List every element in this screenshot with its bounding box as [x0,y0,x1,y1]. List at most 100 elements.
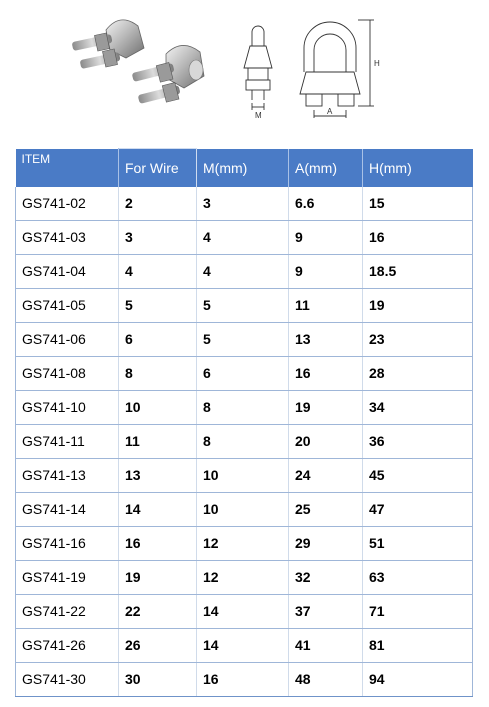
cell-a: 9 [288,254,363,289]
cell-a: 25 [288,492,363,527]
cell-m: 14 [196,628,289,663]
table-row: GS741-03 3 4 9 16 [15,220,473,255]
cell-for-wire: 2 [118,186,197,221]
cell-item: GS741-19 [15,560,119,595]
cell-for-wire: 16 [118,526,197,561]
dimension-label-h: H [374,59,380,68]
cell-h: 81 [362,628,473,663]
table-row: GS741-06 6 5 13 23 [15,322,473,357]
clip-back [72,19,145,69]
cell-item: GS741-30 [15,662,119,697]
cell-a: 20 [288,424,363,459]
cell-for-wire: 3 [118,220,197,255]
cell-h: 34 [362,390,473,425]
table-row: GS741-02 2 3 6.6 15 [15,186,473,221]
cell-h: 51 [362,526,473,561]
header-item: ITEM [15,148,119,187]
table-row: GS741-05 5 5 11 19 [15,288,473,323]
dimension-label-a: A [327,107,333,116]
cell-h: 19 [362,288,473,323]
cell-m: 6 [196,356,289,391]
cell-a: 16 [288,356,363,391]
table-row: GS741-04 4 4 9 18.5 [15,254,473,289]
clip-dimension-diagram: M A H [243,19,380,120]
cell-item: GS741-14 [15,492,119,527]
cell-m: 4 [196,254,289,289]
cell-item: GS741-22 [15,594,119,629]
wire-rope-clip-photo [72,19,205,104]
cell-for-wire: 19 [118,560,197,595]
table-row: GS741-30 30 16 48 94 [15,662,473,697]
cell-item: GS741-05 [15,288,119,323]
cell-h: 23 [362,322,473,357]
cell-h: 18.5 [362,254,473,289]
cell-h: 47 [362,492,473,527]
cell-a: 24 [288,458,363,493]
cell-m: 3 [196,186,289,221]
cell-for-wire: 8 [118,356,197,391]
header-m-mm: M(mm) [196,148,289,187]
table-body: GS741-02 2 3 6.6 15 GS741-03 3 4 9 16 GS741-04 4 4 9 1… [15,186,473,697]
cell-a: 13 [288,322,363,357]
cell-for-wire: 14 [118,492,197,527]
cell-m: 12 [196,526,289,561]
cell-h: 45 [362,458,473,493]
cell-h: 16 [362,220,473,255]
cell-h: 71 [362,594,473,629]
cell-item: GS741-10 [15,390,119,425]
cell-a: 9 [288,220,363,255]
table-row: GS741-10 10 8 19 34 [15,390,473,425]
cell-for-wire: 10 [118,390,197,425]
cell-m: 4 [196,220,289,255]
cell-m: 10 [196,458,289,493]
cell-item: GS741-16 [15,526,119,561]
header-a-mm: A(mm) [288,148,363,187]
cell-item: GS741-06 [15,322,119,357]
table-row: GS741-11 11 8 20 36 [15,424,473,459]
cell-a: 48 [288,662,363,697]
dimension-drawing: M A H [222,6,402,122]
cell-h: 63 [362,560,473,595]
table-row: GS741-19 19 12 32 63 [15,560,473,595]
cell-m: 12 [196,560,289,595]
cell-m: 5 [196,322,289,357]
cell-m: 16 [196,662,289,697]
cell-h: 94 [362,662,473,697]
cell-m: 10 [196,492,289,527]
product-photo [66,8,212,120]
cell-m: 14 [196,594,289,629]
cell-a: 29 [288,526,363,561]
cell-m: 8 [196,424,289,459]
cell-item: GS741-08 [15,356,119,391]
cell-item: GS741-13 [15,458,119,493]
spec-table: ITEM For Wire M(mm) A(mm) H(mm) GS741-02… [15,148,473,697]
cell-for-wire: 30 [118,662,197,697]
cell-m: 8 [196,390,289,425]
cell-for-wire: 6 [118,322,197,357]
cell-item: GS741-04 [15,254,119,289]
cell-item: GS741-03 [15,220,119,255]
cell-a: 37 [288,594,363,629]
cell-for-wire: 4 [118,254,197,289]
cell-a: 32 [288,560,363,595]
table-header-row: ITEM For Wire M(mm) A(mm) H(mm) [15,148,473,187]
cell-h: 36 [362,424,473,459]
cell-for-wire: 22 [118,594,197,629]
cell-a: 19 [288,390,363,425]
table-row: GS741-22 22 14 37 71 [15,594,473,629]
cell-m: 5 [196,288,289,323]
cell-h: 28 [362,356,473,391]
clip-front [132,45,205,104]
header-for-wire: For Wire [118,148,197,187]
cell-for-wire: 26 [118,628,197,663]
cell-item: GS741-11 [15,424,119,459]
cell-item: GS741-02 [15,186,119,221]
dimension-label-m: M [255,111,262,120]
cell-for-wire: 5 [118,288,197,323]
cell-for-wire: 11 [118,424,197,459]
cell-for-wire: 13 [118,458,197,493]
table-row: GS741-13 13 10 24 45 [15,458,473,493]
table-row: GS741-08 8 6 16 28 [15,356,473,391]
cell-a: 6.6 [288,186,363,221]
table-row: GS741-14 14 10 25 47 [15,492,473,527]
